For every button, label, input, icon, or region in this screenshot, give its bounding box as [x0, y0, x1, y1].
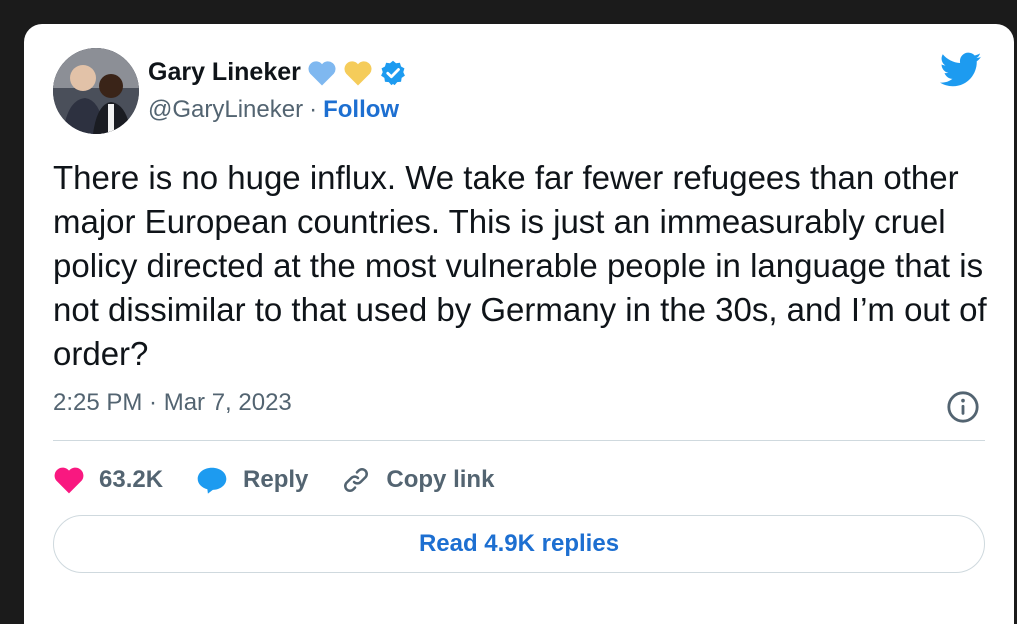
twitter-bird-icon-svg	[939, 52, 982, 87]
copy-link-label: Copy link	[386, 466, 495, 493]
tweet-timestamp[interactable]: 2:25 PM · Mar 7, 2023	[53, 389, 292, 417]
yellow-heart-icon	[344, 60, 372, 85]
like-count: 63.2K	[99, 466, 164, 493]
tweet-text: There is no huge influx. We take far few…	[53, 159, 987, 372]
divider	[53, 440, 985, 441]
blue-heart-icon	[308, 60, 336, 85]
info-icon[interactable]	[946, 390, 980, 429]
reply-label: Reply	[243, 466, 309, 493]
avatar[interactable]	[53, 48, 139, 134]
copy-link-button[interactable]: Copy link	[340, 464, 494, 496]
verified-badge-icon	[380, 60, 405, 85]
handle-separator: ·	[309, 96, 318, 123]
follow-button[interactable]: Follow	[323, 96, 399, 124]
author-handle-row: @GaryLineker · Follow	[148, 96, 399, 124]
author-name-row: Gary Lineker	[148, 58, 407, 87]
tweet-card: Gary Lineker @GaryLineker · Follow There…	[24, 24, 1014, 624]
info-icon-svg	[947, 391, 979, 423]
action-bar: 63.2K Reply Copy link	[53, 460, 526, 500]
reply-bubble-icon	[197, 467, 227, 494]
author-handle[interactable]: @GaryLineker	[148, 96, 303, 124]
link-icon	[344, 468, 369, 492]
twitter-bird-icon[interactable]	[939, 52, 982, 93]
like-button[interactable]: 63.2K	[53, 465, 163, 495]
read-replies-button[interactable]: Read 4.9K replies	[53, 515, 985, 573]
author-display-name[interactable]: Gary Lineker	[148, 58, 301, 87]
reply-button[interactable]: Reply	[195, 465, 308, 495]
heart-icon	[54, 467, 84, 494]
avatar-image	[53, 48, 139, 134]
